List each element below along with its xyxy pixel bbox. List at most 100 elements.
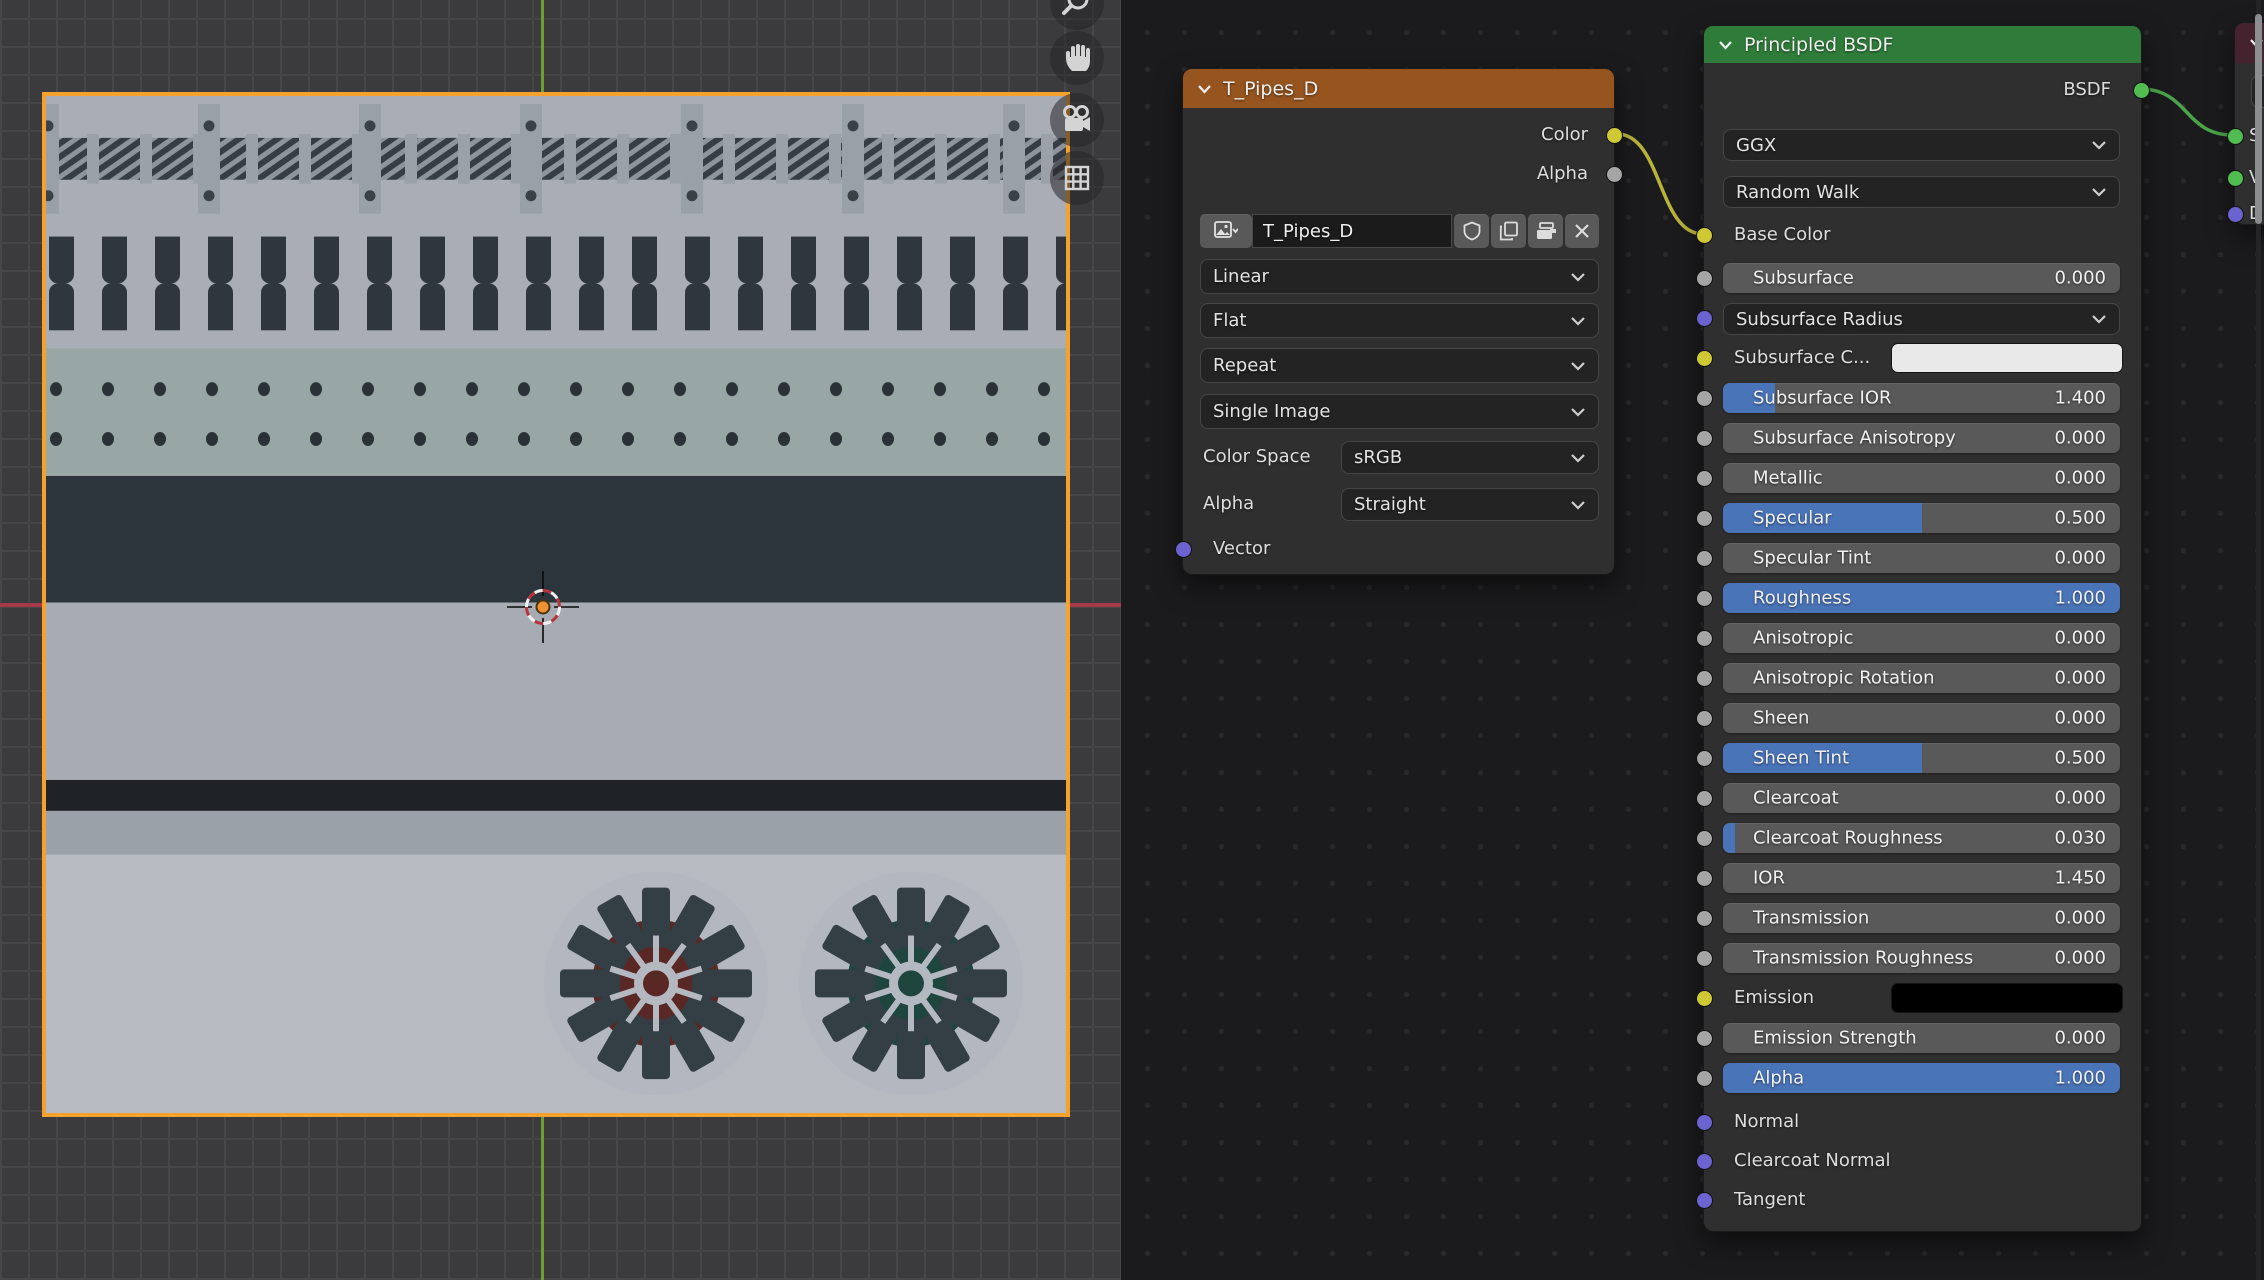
collapse-chevron-icon[interactable] — [1718, 40, 1733, 50]
pack-image-button[interactable] — [1528, 214, 1563, 248]
slider-anisotropic[interactable]: Anisotropic0.000 — [1723, 623, 2120, 653]
socket-ior[interactable] — [1696, 870, 1713, 887]
socket-specular[interactable] — [1696, 510, 1713, 527]
3d-cursor[interactable] — [503, 567, 583, 651]
fake-user-button[interactable] — [1454, 214, 1489, 248]
dropdown-single-image[interactable]: Single Image — [1200, 394, 1599, 429]
slider-specular[interactable]: Specular0.500 — [1723, 503, 2120, 533]
socket-sheen[interactable] — [1696, 710, 1713, 727]
slider-clearcoat-roughness[interactable]: Clearcoat Roughness0.030 — [1723, 823, 2120, 853]
slider-value: 0.000 — [2054, 628, 2106, 649]
socket-bsdf-output[interactable] — [2133, 82, 2150, 99]
socket-output-2[interactable] — [2227, 206, 2244, 223]
slider-specular-tint[interactable]: Specular Tint 0.000 — [1723, 543, 2120, 573]
slider-label: Specular Tint — [1753, 548, 1871, 569]
alpha-mode-dropdown[interactable]: Straight — [1341, 488, 1599, 521]
socket-clearcoat[interactable] — [1696, 790, 1713, 807]
slider-roughness[interactable]: Roughness1.000 — [1723, 583, 2120, 613]
slider-value: 1.000 — [2054, 1068, 2106, 1089]
browse-image-button[interactable] — [1200, 214, 1252, 248]
socket-base-color[interactable] — [1696, 227, 1713, 244]
slider-value: 0.000 — [2054, 428, 2106, 449]
slider-value: 0.000 — [2054, 548, 2106, 569]
collapse-chevron-icon[interactable] — [1197, 84, 1212, 94]
slider-transmission[interactable]: Transmission0.000 — [1723, 903, 2120, 933]
socket-transmission[interactable] — [1696, 910, 1713, 927]
shield-icon — [1463, 221, 1481, 241]
socket-vector-input[interactable] — [1175, 541, 1192, 558]
orthographic-toggle-gizmo[interactable] — [1050, 151, 1104, 205]
shader-scrollbar-thumb[interactable] — [2255, 14, 2262, 224]
socket-sheen-tint[interactable] — [1696, 750, 1713, 767]
socket-normal[interactable] — [1696, 1114, 1713, 1131]
slider-subsurface-ior[interactable]: Subsurface IOR1.400 — [1723, 383, 2120, 413]
dropdown-linear[interactable]: Linear — [1200, 259, 1599, 294]
dropdown-flat[interactable]: Flat — [1200, 303, 1599, 338]
socket-emission-strength[interactable] — [1696, 1030, 1713, 1047]
slider-alpha[interactable]: Alpha1.000 — [1723, 1063, 2120, 1093]
slider-anisotropic-rotation[interactable]: Anisotropic Rotation0.000 — [1723, 663, 2120, 693]
socket-clearcoat-roughness[interactable] — [1696, 830, 1713, 847]
socket-color-output[interactable] — [1606, 127, 1623, 144]
viewport-3d[interactable] — [0, 0, 1121, 1280]
slider-emission-strength[interactable]: Emission Strength0.000 — [1723, 1023, 2120, 1053]
chevron-down-icon — [1233, 229, 1238, 232]
socket-output-1[interactable] — [2227, 170, 2244, 187]
input-label-tangent: Tangent — [1734, 1187, 1805, 1213]
socket-alpha-output[interactable] — [1606, 166, 1623, 183]
chevron-down-icon — [1570, 361, 1586, 371]
output-label-color: Color — [1541, 122, 1588, 148]
socket-transmission-roughness[interactable] — [1696, 950, 1713, 967]
zoom-gizmo[interactable] — [1050, 0, 1104, 30]
slider-sheen-tint[interactable]: Sheen Tint0.500 — [1723, 743, 2120, 773]
dropdown-subsurface-radius[interactable]: Subsurface Radius — [1723, 303, 2120, 335]
principled-bsdf-node[interactable]: Principled BSDF BSDF GGX Random Walk Bas… — [1703, 25, 2142, 1232]
unlink-image-button[interactable] — [1565, 214, 1599, 248]
subsurface-method-dropdown[interactable]: Random Walk — [1723, 176, 2120, 208]
socket-tangent[interactable] — [1696, 1192, 1713, 1209]
socket-subsurface-anisotropy[interactable] — [1696, 430, 1713, 447]
slider-subsurface-anisotropy[interactable]: Subsurface Anisotropy0.000 — [1723, 423, 2120, 453]
slider-label: Sheen — [1753, 708, 1809, 729]
socket-anisotropic[interactable] — [1696, 630, 1713, 647]
copy-image-button[interactable] — [1491, 214, 1526, 248]
movie-camera-icon — [1059, 102, 1095, 138]
node-title: T_Pipes_D — [1223, 78, 1318, 100]
socket-specular-tint[interactable] — [1696, 550, 1713, 567]
bsdf-node-header[interactable]: Principled BSDF — [1704, 26, 2141, 63]
color-space-dropdown[interactable]: sRGB — [1341, 441, 1599, 474]
dropdown-value: Subsurface Radius — [1736, 309, 1903, 330]
image-name-field[interactable]: T_Pipes_D — [1252, 214, 1452, 248]
chevron-down-icon — [2091, 187, 2107, 197]
chevron-down-icon — [2091, 314, 2107, 324]
socket-subsurface[interactable] — [1696, 270, 1713, 287]
3d-cursor-icon — [503, 567, 583, 647]
slider-value: 0.030 — [2054, 828, 2106, 849]
slider-metallic[interactable]: Metallic0.000 — [1723, 463, 2120, 493]
pan-gizmo[interactable] — [1050, 31, 1104, 85]
slider-transmission-roughness[interactable]: Transmission Roughness0.000 — [1723, 943, 2120, 973]
socket-subsurface-c[interactable] — [1696, 350, 1713, 367]
socket-anisotropic-rotation[interactable] — [1696, 670, 1713, 687]
socket-clearcoat-normal[interactable] — [1696, 1153, 1713, 1170]
slider-sheen[interactable]: Sheen0.000 — [1723, 703, 2120, 733]
slider-value: 0.000 — [2054, 948, 2106, 969]
close-icon — [1574, 223, 1590, 239]
slider-clearcoat[interactable]: Clearcoat0.000 — [1723, 783, 2120, 813]
socket-roughness[interactable] — [1696, 590, 1713, 607]
distribution-dropdown[interactable]: GGX — [1723, 129, 2120, 161]
slider-ior[interactable]: IOR1.450 — [1723, 863, 2120, 893]
image-texture-node[interactable]: T_Pipes_D Color Alpha T_Pipes_D — [1182, 68, 1615, 575]
socket-subsurface-ior[interactable] — [1696, 390, 1713, 407]
socket-alpha[interactable] — [1696, 1070, 1713, 1087]
image-texture-node-header[interactable]: T_Pipes_D — [1183, 69, 1614, 108]
socket-subsurface-radius[interactable] — [1696, 310, 1713, 327]
socket-output-0[interactable] — [2227, 128, 2244, 145]
camera-view-gizmo[interactable] — [1050, 93, 1104, 147]
socket-emission[interactable] — [1696, 990, 1713, 1007]
color-swatch-emission[interactable] — [1891, 983, 2123, 1013]
socket-metallic[interactable] — [1696, 470, 1713, 487]
slider-subsurface[interactable]: Subsurface0.000 — [1723, 263, 2120, 293]
color-swatch-subsurface-c[interactable] — [1891, 343, 2123, 373]
dropdown-repeat[interactable]: Repeat — [1200, 348, 1599, 383]
